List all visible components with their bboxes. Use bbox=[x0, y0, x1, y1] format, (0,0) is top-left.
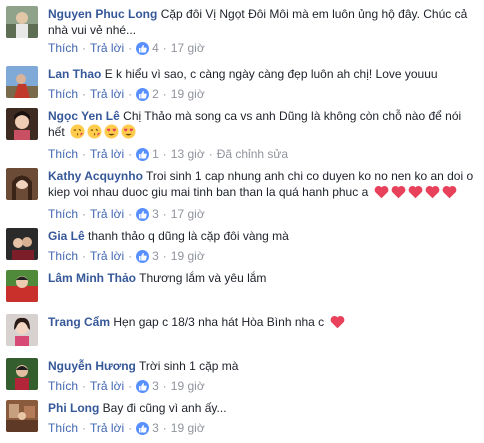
heart-emoji bbox=[330, 315, 345, 333]
edited-label[interactable]: Đã chỉnh sửa bbox=[217, 146, 288, 162]
avatar[interactable] bbox=[6, 108, 38, 140]
comment-time[interactable]: 19 giờ bbox=[171, 420, 205, 436]
comment-text: Bay đi cũng vì anh ấy... bbox=[102, 401, 227, 415]
avatar[interactable] bbox=[6, 66, 38, 98]
reply-link[interactable]: Trả lời bbox=[90, 420, 124, 436]
comment-item: Gia Lê thanh thảo q dũng là cặp đôi vàng… bbox=[6, 228, 478, 264]
comment-item: Lan Thao E k hiểu vì sao, c càng ngày cà… bbox=[6, 66, 478, 102]
like-count[interactable]: 1 bbox=[136, 146, 159, 162]
avatar[interactable] bbox=[6, 270, 38, 302]
comment-actions: Thích · Trả lời · 3 · 19 giờ bbox=[48, 248, 205, 264]
comment-time[interactable]: 17 giờ bbox=[171, 206, 205, 222]
comment-time[interactable]: 13 giờ bbox=[171, 146, 205, 162]
heart-emoji bbox=[374, 185, 389, 203]
commenter-name[interactable]: Nguyễn Hương bbox=[48, 359, 136, 373]
like-count[interactable]: 3 bbox=[136, 206, 159, 222]
comment-time[interactable]: 19 giờ bbox=[171, 86, 205, 102]
heart-emoji bbox=[408, 185, 423, 203]
comment-text: Troi sinh 1 cap nhung anh chi co duyen k… bbox=[146, 169, 474, 183]
comment-item: Nguyen Phuc Long Cặp đôi Vị Ngọt Đôi Môi… bbox=[6, 6, 478, 58]
avatar[interactable] bbox=[6, 358, 38, 390]
commenter-name[interactable]: Trang Cẩm bbox=[48, 315, 110, 329]
reply-link[interactable]: Trả lời bbox=[90, 248, 124, 264]
commenter-name[interactable]: Kathy Acquynho bbox=[48, 169, 143, 183]
comment-actions: Thích · Trả lời · 3 · 19 giờ bbox=[48, 420, 205, 436]
commenter-name[interactable]: Phi Long bbox=[48, 401, 99, 415]
reply-link[interactable]: Trả lời bbox=[90, 206, 124, 222]
comment-text: Cặp đôi Vị Ngọt Đôi Môi mà em luôn ủng h… bbox=[160, 7, 468, 21]
avatar[interactable] bbox=[6, 400, 38, 432]
comment-actions: Thích · Trả lời · 1 · 13 giờ · Đã chỉnh sửa bbox=[48, 146, 289, 162]
comment-time[interactable]: 17 giờ bbox=[171, 40, 205, 56]
comment-item: Ngọc Yen Lê Chị Thảo mà song ca vs anh D… bbox=[6, 108, 478, 162]
like-count[interactable]: 2 bbox=[136, 86, 159, 102]
comment-item: Nguyễn Hương Trời sinh 1 cặp mà Thích · T… bbox=[6, 358, 478, 394]
hearts bbox=[372, 185, 457, 199]
like-link[interactable]: Thích bbox=[48, 420, 78, 436]
comment-item: Kathy Acquynho Troi sinh 1 cap nhung anh… bbox=[6, 168, 478, 222]
comment-actions: Thích · Trả lời · 2 · 19 giờ bbox=[48, 86, 205, 102]
avatar[interactable] bbox=[6, 168, 38, 200]
like-count[interactable]: 3 bbox=[136, 420, 159, 436]
comment-text: E k hiểu vì sao, c càng ngày càng đẹp lu… bbox=[104, 67, 438, 81]
commenter-name[interactable]: Nguyen Phuc Long bbox=[48, 7, 157, 21]
commenter-name[interactable]: Ngọc Yen Lê bbox=[48, 109, 120, 123]
comment-actions: Thích · Trả lời · 3 · 17 giờ bbox=[48, 206, 205, 222]
comment-item: Lâm Minh Thảo Thương lắm và yêu lắm bbox=[6, 270, 478, 302]
comment-text: Thương lắm và yêu lắm bbox=[139, 271, 267, 285]
like-icon bbox=[136, 379, 150, 393]
like-icon bbox=[136, 249, 150, 263]
like-icon bbox=[136, 207, 150, 221]
heart-emoji bbox=[425, 185, 440, 203]
comment-actions: Thích · Trả lời · 3 · 19 giờ bbox=[48, 378, 205, 394]
hearts bbox=[328, 315, 345, 329]
commenter-name[interactable]: Gia Lê bbox=[48, 229, 85, 243]
heart-emoji bbox=[391, 185, 406, 203]
avatar[interactable] bbox=[6, 228, 38, 260]
like-icon bbox=[136, 421, 150, 435]
kiss-emoji bbox=[70, 124, 85, 143]
like-icon bbox=[136, 147, 150, 161]
heart-eyes-emoji bbox=[121, 124, 136, 143]
comment-time[interactable]: 19 giờ bbox=[171, 248, 205, 264]
reply-link[interactable]: Trả lời bbox=[90, 40, 124, 56]
avatar[interactable] bbox=[6, 6, 38, 38]
comment-text: hết bbox=[48, 125, 65, 139]
like-count[interactable]: 3 bbox=[136, 378, 159, 394]
commenter-name[interactable]: Lâm Minh Thảo bbox=[48, 271, 136, 285]
commenter-name[interactable]: Lan Thao bbox=[48, 67, 101, 81]
comment-text: thanh thảo q dũng là cặp đôi vàng mà bbox=[88, 229, 289, 243]
heart-eyes-emoji bbox=[104, 124, 119, 143]
comment-text: kiep voi nhau duoc giu mai tinh ban than… bbox=[48, 185, 369, 199]
like-count[interactable]: 3 bbox=[136, 248, 159, 264]
like-count[interactable]: 4 bbox=[136, 40, 159, 56]
like-icon bbox=[136, 41, 150, 55]
like-link[interactable]: Thích bbox=[48, 378, 78, 394]
like-link[interactable]: Thích bbox=[48, 86, 78, 102]
heart-emoji bbox=[442, 185, 457, 203]
comment-text: Hẹn gap c 18/3 nha hát Hòa Bình nha c bbox=[113, 315, 325, 329]
comment-text: nhà vui vẻ nhé... bbox=[48, 23, 137, 37]
reply-link[interactable]: Trả lời bbox=[90, 86, 124, 102]
like-link[interactable]: Thích bbox=[48, 248, 78, 264]
comment-item: Phi Long Bay đi cũng vì anh ấy... Thích ·… bbox=[6, 400, 478, 436]
comment-item: Trang Cẩm Hẹn gap c 18/3 nha hát Hòa Bìn… bbox=[6, 314, 478, 346]
comment-text: Chị Thảo mà song ca vs anh Dũng là không… bbox=[123, 109, 462, 123]
like-icon bbox=[136, 87, 150, 101]
avatar[interactable] bbox=[6, 314, 38, 346]
like-link[interactable]: Thích bbox=[48, 40, 78, 56]
comment-time[interactable]: 19 giờ bbox=[171, 378, 205, 394]
reply-link[interactable]: Trả lời bbox=[90, 146, 124, 162]
kiss-emoji bbox=[87, 124, 102, 143]
comment-actions: Thích · Trả lời · 4 · 17 giờ bbox=[48, 40, 205, 56]
reply-link[interactable]: Trả lời bbox=[90, 378, 124, 394]
like-link[interactable]: Thích bbox=[48, 146, 78, 162]
comment-text: Trời sinh 1 cặp mà bbox=[139, 359, 239, 373]
like-link[interactable]: Thích bbox=[48, 206, 78, 222]
